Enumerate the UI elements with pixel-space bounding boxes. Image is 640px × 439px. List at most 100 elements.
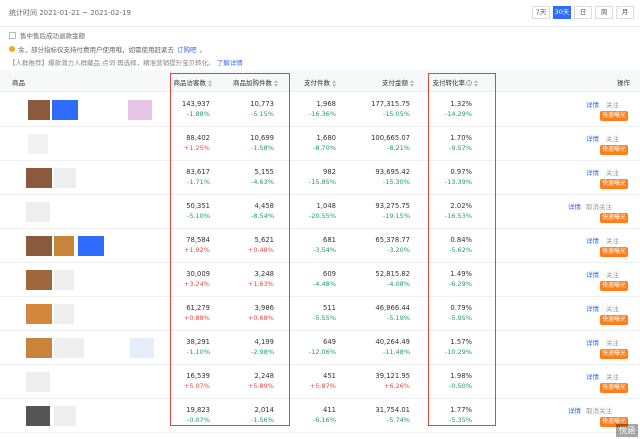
table-row[interactable]: 83,617 -1.71% 5,155 -4.63% 982 -15.85% 93,695.…	[0, 161, 640, 195]
cell-visitors-value: 16,539	[186, 372, 210, 380]
cell-buyers: 4,458 -8.54%	[230, 201, 274, 221]
table-row[interactable]: 78,584 +1.92% 5,621 +0.48% 681 -3.54% 65,378.7…	[0, 229, 640, 263]
cell-visitors-change: +1.25%	[183, 144, 210, 152]
cell-conversion: 0.84% -5.62%	[428, 235, 472, 255]
follow-link[interactable]: 取消关注	[586, 405, 612, 415]
range-tab-week[interactable]: 周	[595, 6, 613, 19]
product-thumbnail[interactable]	[54, 338, 84, 358]
range-tab-30d[interactable]: 30天	[553, 6, 571, 19]
follow-link[interactable]: 关注	[606, 167, 619, 177]
sort-icon[interactable]	[332, 79, 336, 87]
product-thumbnail[interactable]	[26, 270, 52, 290]
detail-link[interactable]: 详情	[568, 201, 581, 211]
product-thumbnail[interactable]	[28, 134, 48, 154]
sort-icon[interactable]	[274, 79, 278, 87]
table-row[interactable]: 38,291 -1.10% 4,199 -2.98% 649 -12.06% 40,264.…	[0, 331, 640, 365]
product-thumbnail[interactable]	[26, 372, 50, 392]
follow-link[interactable]: 关注	[606, 269, 619, 279]
cell-buyers: 4,199 -2.98%	[230, 337, 274, 357]
sort-icon[interactable]	[410, 79, 414, 87]
cell-pay-amount-change: -4.08%	[387, 280, 410, 288]
cell-buyers-value: 5,621	[254, 236, 274, 244]
col-buyers[interactable]: 商品加购件数	[230, 77, 278, 87]
range-tab-7d[interactable]: 7天	[532, 6, 550, 19]
refund-filter-label: 售中售后成功退款金额	[20, 32, 85, 40]
product-thumbnail[interactable]	[28, 100, 50, 120]
detail-link[interactable]: 详情	[586, 133, 599, 143]
table-row[interactable]: 88,402 +1.25% 10,699 -1.58% 1,680 -8.70% 100,6…	[0, 127, 640, 161]
quick-exposure-button[interactable]: 快速曝光	[600, 213, 628, 223]
range-tabs: 7天 30天 日 周 月	[532, 6, 634, 19]
col-visitors[interactable]: 商品访客数	[170, 77, 212, 87]
range-tab-month[interactable]: 月	[616, 6, 634, 19]
follow-link[interactable]: 关注	[606, 133, 619, 143]
quick-exposure-button[interactable]: 快速曝光	[600, 281, 628, 291]
cell-pay-count-value: 649	[323, 338, 336, 346]
cell-visitors: 78,584 +1.92%	[170, 235, 210, 255]
table-row[interactable]: 30,009 +3.24% 3,248 +1.63% 609 -4.48% 52,815.8…	[0, 263, 640, 297]
detail-link[interactable]: 详情	[586, 167, 599, 177]
help-icon[interactable]: ?	[466, 80, 472, 86]
row-actions: 详情 取消关注快速曝光	[568, 201, 628, 225]
follow-link[interactable]: 关注	[606, 235, 619, 245]
product-thumbnail[interactable]	[26, 202, 50, 222]
quick-exposure-button[interactable]: 快速曝光	[600, 111, 628, 121]
product-thumbnail[interactable]	[78, 236, 104, 256]
quick-exposure-button[interactable]: 快速曝光	[600, 383, 628, 393]
col-pay-count[interactable]: 支付件数	[300, 77, 336, 87]
detail-link[interactable]: 详情	[586, 235, 599, 245]
quick-exposure-button[interactable]: 快速曝光	[600, 247, 628, 257]
detail-link[interactable]: 详情	[568, 405, 581, 415]
detail-link[interactable]: 详情	[586, 303, 599, 313]
product-thumbnail[interactable]	[26, 406, 50, 426]
cell-pay-amount-change: +6.26%	[383, 382, 410, 390]
col-conversion[interactable]: 支付转化率?	[428, 77, 478, 87]
product-thumbnail[interactable]	[26, 236, 52, 256]
product-thumbnail[interactable]	[54, 304, 74, 324]
audience-notice-text: 【人群推荐】爆款潜力人群藏品·点词·再选择，精准营销提升宝贝转化。	[9, 59, 215, 67]
follow-link[interactable]: 关注	[606, 371, 619, 381]
product-thumbnail[interactable]	[54, 406, 76, 426]
product-thumbnail[interactable]	[26, 338, 52, 358]
table-row[interactable]: 16,539 +5.07% 2,248 +5.89% 451 +5.87% 39,121.9…	[0, 365, 640, 399]
follow-link[interactable]: 关注	[606, 337, 619, 347]
cell-pay-count-value: 609	[323, 270, 336, 278]
cell-pay-count: 1,048 -20.55%	[300, 201, 336, 221]
notice-text: 余，部分指标仅支持付费用户使用哦，如需使用赶紧去	[18, 46, 174, 54]
refund-checkbox[interactable]	[9, 31, 16, 39]
cell-pay-amount-change: -15.30%	[382, 178, 410, 186]
table-row[interactable]: 61,279 +0.88% 3,986 +0.68% 511 -5.55% 46,866.4…	[0, 297, 640, 331]
product-thumbnail[interactable]	[26, 168, 52, 188]
detail-link[interactable]: 详情	[586, 337, 599, 347]
product-thumbnail[interactable]	[54, 236, 74, 256]
subscribe-link[interactable]: 订购吧	[177, 44, 197, 54]
table-row[interactable]: 143,937 -1.88% 10,773 -5.15% 1,968 -16.36% 177…	[0, 93, 640, 127]
follow-link[interactable]: 关注	[606, 303, 619, 313]
follow-link[interactable]: 取消关注	[586, 201, 612, 211]
cell-pay-amount: 46,866.44 -5.19%	[370, 303, 410, 323]
product-thumbnail[interactable]	[54, 168, 76, 188]
table-row[interactable]: 50,351 -5.10% 4,458 -8.54% 1,048 -20.55% 93,27…	[0, 195, 640, 229]
range-tab-day[interactable]: 日	[574, 6, 592, 19]
product-thumbnail[interactable]	[128, 100, 152, 120]
quick-exposure-button[interactable]: 快速曝光	[600, 315, 628, 325]
detail-link[interactable]: 详情	[586, 371, 599, 381]
sort-icon[interactable]	[208, 79, 212, 87]
quick-exposure-button[interactable]: 快速曝光	[600, 145, 628, 155]
learn-more-link[interactable]: 了解详情	[217, 59, 243, 67]
cell-pay-count-change: -16.36%	[308, 110, 336, 118]
detail-link[interactable]: 详情	[586, 269, 599, 279]
col-pay-amount[interactable]: 支付金额	[370, 77, 414, 87]
detail-link[interactable]: 详情	[586, 99, 599, 109]
sort-icon[interactable]	[474, 79, 478, 87]
refund-filter[interactable]: 售中售后成功退款金额	[9, 30, 85, 40]
product-thumbnail[interactable]	[26, 304, 52, 324]
quick-exposure-button[interactable]: 快速曝光	[600, 349, 628, 359]
product-thumbnail[interactable]	[52, 100, 78, 120]
product-thumbnail[interactable]	[130, 338, 154, 358]
quick-exposure-button[interactable]: 快速曝光	[600, 179, 628, 189]
cell-conversion-change: -5.62%	[449, 246, 472, 254]
product-thumbnail[interactable]	[54, 270, 74, 290]
follow-link[interactable]: 关注	[606, 99, 619, 109]
table-row[interactable]: 19,823 -0.07% 2,014 -1.56% 411 -6.16% 31,754.0…	[0, 399, 640, 433]
